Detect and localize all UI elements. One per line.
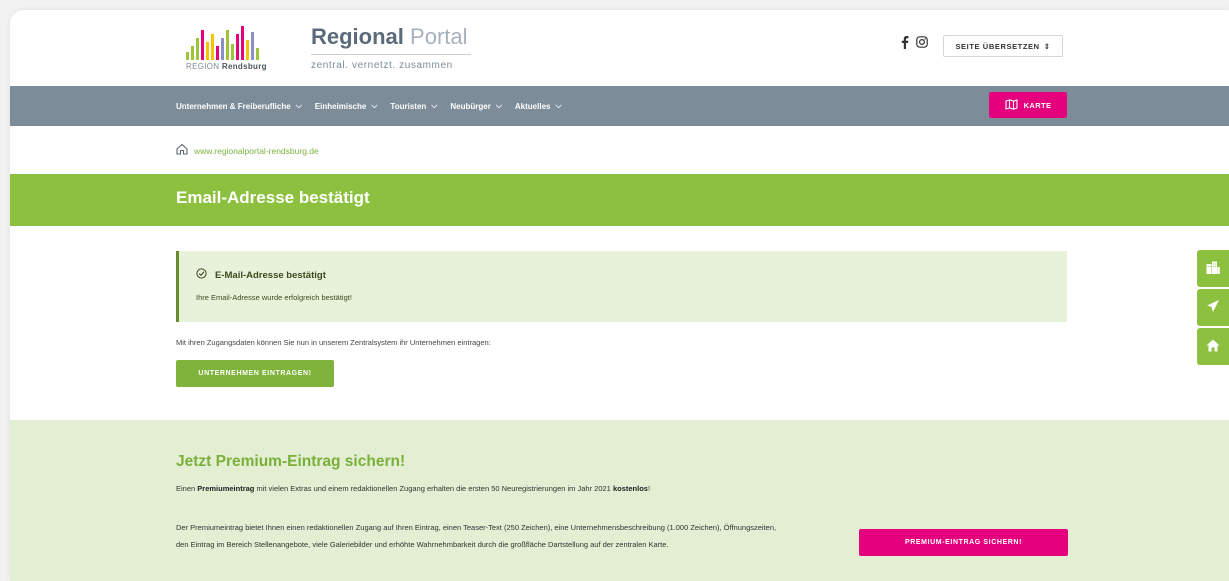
premium-section: Jetzt Premium-Eintrag sichern! Einen Pre…: [10, 420, 1229, 581]
instagram-icon[interactable]: [916, 36, 928, 51]
nav-item-unternehmen[interactable]: Unternehmen & Freiberufliche ⌵: [176, 101, 302, 111]
chevron-down-icon: ⌵: [555, 101, 562, 110]
buildings-icon: [1206, 261, 1220, 277]
site-header: REGION Rendsburg Regional Portal zentral…: [10, 10, 1229, 86]
title-banner: Email-Adresse bestätigt: [10, 174, 1229, 226]
main-nav: Unternehmen & Freiberufliche ⌵ Einheimis…: [10, 86, 1229, 126]
premium-paragraph-1: Einen Premiumeintrag mit vielen Extras u…: [176, 484, 651, 493]
premium-paragraph-2: Der Premiumeintrag bietet Ihnen einen re…: [176, 523, 777, 549]
page-frame: REGION Rendsburg Regional Portal zentral…: [10, 10, 1229, 581]
check-circle-icon: [196, 268, 207, 282]
nav-item-touristen[interactable]: Touristen ⌵: [390, 101, 437, 111]
success-message-box: E-Mail-Adresse bestätigt Ihre Email-Adre…: [176, 251, 1067, 322]
logo-title: Regional Portal: [311, 24, 468, 49]
send-side-button[interactable]: [1197, 289, 1229, 326]
translate-label: SEITE ÜBERSETZEN: [955, 41, 1040, 51]
select-arrows-icon: ⇕: [1043, 41, 1051, 51]
nav-item-aktuelles[interactable]: Aktuelles ⌵: [515, 101, 562, 111]
success-text: Ihre Email-Adresse wurde erfolgreich bes…: [196, 293, 352, 302]
info-text: Mit ihren Zugangsdaten können Sie nun in…: [176, 338, 491, 347]
logo-bars-graphic: [186, 26, 286, 60]
chevron-down-icon: ⌵: [431, 101, 438, 110]
nav-item-neubuerger[interactable]: Neubürger ⌵: [450, 101, 502, 111]
nav-items: Unternehmen & Freiberufliche ⌵ Einheimis…: [176, 86, 562, 126]
nav-item-einheimische[interactable]: Einheimische ⌵: [315, 101, 378, 111]
breadcrumb: www.regionalportal-rendsburg.de: [176, 143, 319, 158]
logo-divider: [311, 54, 471, 55]
facebook-icon[interactable]: [901, 36, 909, 52]
logo-tagline: zentral. vernetzt. zusammen: [311, 60, 453, 71]
home-icon[interactable]: [176, 143, 188, 158]
site-logo[interactable]: REGION Rendsburg Regional Portal zentral…: [176, 22, 476, 78]
company-side-button[interactable]: [1197, 250, 1229, 287]
logo-region-text: REGION Rendsburg: [186, 62, 267, 71]
home-side-button[interactable]: [1197, 328, 1229, 365]
register-company-button[interactable]: UNTERNEHMEN EINTRAGEN!: [176, 360, 334, 387]
paper-plane-icon: [1206, 299, 1220, 316]
translate-select[interactable]: SEITE ÜBERSETZEN ⇕: [943, 35, 1063, 57]
premium-title: Jetzt Premium-Eintrag sichern!: [176, 453, 406, 470]
house-icon: [1206, 339, 1220, 355]
side-action-bar: [1197, 250, 1229, 367]
page-title: Email-Adresse bestätigt: [176, 188, 370, 207]
map-icon: [1005, 98, 1018, 112]
breadcrumb-url-link[interactable]: www.regionalportal-rendsburg.de: [194, 146, 319, 156]
chevron-down-icon: ⌵: [495, 101, 502, 110]
chevron-down-icon: ⌵: [295, 101, 302, 110]
chevron-down-icon: ⌵: [371, 101, 378, 110]
success-title: E-Mail-Adresse bestätigt: [196, 268, 326, 282]
karte-button[interactable]: KARTE: [989, 92, 1067, 118]
premium-button[interactable]: PREMIUM-EINTRAG SICHERN!: [859, 529, 1068, 556]
